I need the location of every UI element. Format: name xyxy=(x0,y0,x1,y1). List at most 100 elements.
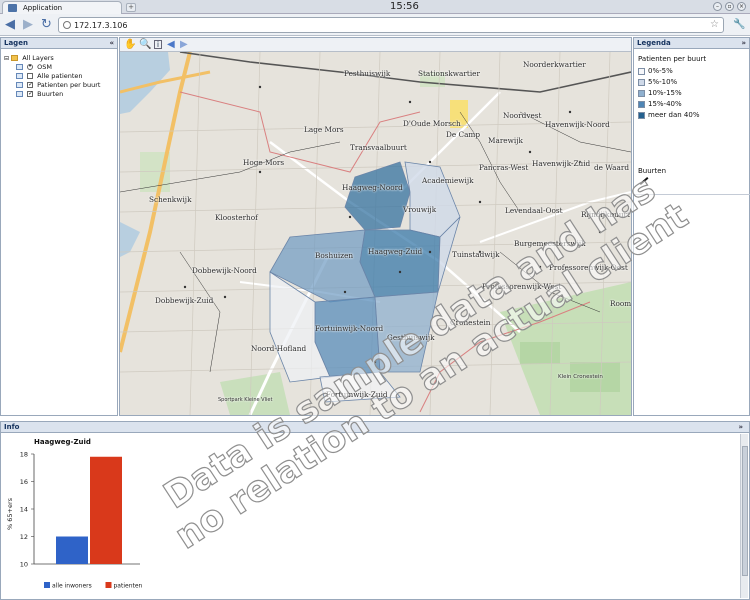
map-label: Dobbewijk-Zuid xyxy=(155,296,214,305)
map-label: Schenkwijk xyxy=(149,195,192,204)
tab-title: Application xyxy=(23,4,63,12)
map-label: Pesthuiswijk xyxy=(344,69,391,78)
map-label: Noorderkwartier xyxy=(523,60,586,69)
layer-tree: ⊟ All Layers • OSM Alle patienten ✓ Pati… xyxy=(4,54,100,99)
legend-class-label: meer dan 40% xyxy=(648,111,700,119)
map-label: Kloosterhof xyxy=(215,213,258,222)
maximize-window-button[interactable]: ▫ xyxy=(725,2,734,11)
map-label: Boshuizen xyxy=(315,251,354,260)
legend-class-label: 15%-40% xyxy=(648,100,682,108)
next-extent-icon[interactable]: ▶ xyxy=(180,39,188,51)
previous-extent-icon[interactable]: ◀ xyxy=(167,39,175,51)
alle-patienten-checkbox[interactable] xyxy=(27,73,34,79)
folder-icon xyxy=(11,55,19,61)
legend-swatch xyxy=(638,111,645,119)
legend-divider xyxy=(634,194,750,195)
window-controls: – ▫ × xyxy=(713,2,746,11)
info-scrollbar[interactable] xyxy=(740,434,748,598)
map-label: De Camp xyxy=(446,130,481,139)
map-label: Levendaal-Oost xyxy=(505,206,563,215)
browser-tab[interactable]: Application xyxy=(2,1,122,14)
legend-swatch xyxy=(44,582,50,588)
url-text: 172.17.3.106 xyxy=(74,21,128,30)
layers-panel-header: Lagen « xyxy=(0,37,118,49)
legend-class-label: 5%-10% xyxy=(648,78,678,86)
tree-node-alle-patienten[interactable]: Alle patienten xyxy=(4,72,100,81)
map-toolbar: ✋ 🔍 i ◀ ▶ xyxy=(120,38,631,52)
forward-arrow-icon[interactable]: ▶ xyxy=(23,18,33,31)
close-window-button[interactable]: × xyxy=(737,2,746,11)
browser-window: Application + 15:56 – ▫ × ◀ ▶ ↻ 172.17.3… xyxy=(0,0,750,600)
chart-title: Haagweg-Zuid xyxy=(34,438,91,446)
legend-swatch xyxy=(105,582,112,588)
back-arrow-icon[interactable]: ◀ xyxy=(5,18,15,31)
legend-subtitle: Patienten per buurt xyxy=(638,55,707,63)
map-label: Stationskwartier xyxy=(418,69,480,78)
map-label: Rijndijkbuurt xyxy=(581,210,630,219)
legend-class-label: 0%-5% xyxy=(648,67,673,75)
site-info-icon[interactable] xyxy=(63,21,71,29)
system-clock: 15:56 xyxy=(390,1,419,12)
legend-swatch xyxy=(638,67,645,75)
tree-node-osm[interactable]: • OSM xyxy=(4,63,100,72)
info-icon[interactable]: i xyxy=(154,40,162,49)
tree-node-all-layers[interactable]: ⊟ All Layers xyxy=(4,54,100,63)
address-bar[interactable]: 172.17.3.106 ☆ xyxy=(58,17,724,33)
bar-alle-inwoners xyxy=(56,536,88,564)
map-label: Hoge Mors xyxy=(243,158,285,167)
map-label: D'Oude Morsch xyxy=(403,119,461,128)
y-tick-label: 18 xyxy=(20,451,28,459)
map-label: de Waard xyxy=(594,163,630,172)
bookmark-star-icon[interactable]: ☆ xyxy=(710,19,719,30)
minimize-window-button[interactable]: – xyxy=(713,2,722,11)
map-base-svg xyxy=(120,52,631,415)
map-label: Havenwijk-Noord xyxy=(545,120,610,129)
zoom-icon[interactable]: 🔍 xyxy=(139,39,151,51)
new-tab-button[interactable]: + xyxy=(126,3,136,12)
layer-icon xyxy=(16,73,23,79)
y-tick-label: 14 xyxy=(20,506,28,514)
pan-hand-icon[interactable]: ✋ xyxy=(124,39,136,51)
collapse-down-icon[interactable]: » xyxy=(738,422,743,432)
map-label: Pancras-West xyxy=(479,163,529,172)
tree-node-label: Buurten xyxy=(37,90,64,98)
map-label: Academiewijk xyxy=(422,176,474,185)
osm-radio[interactable]: • xyxy=(27,64,34,70)
patienten-per-buurt-checkbox[interactable]: ✓ xyxy=(27,82,33,88)
legend-swatch xyxy=(638,78,645,86)
legend-swatch xyxy=(638,89,645,97)
legend-buurten-label: Buurten xyxy=(638,167,667,175)
reload-icon[interactable]: ↻ xyxy=(41,18,52,31)
map-label: Sportpark Kleine Vliet xyxy=(218,397,273,403)
tab-bar: Application + 15:56 – ▫ × xyxy=(0,0,750,14)
legend-panel-header: Legenda » xyxy=(633,37,750,49)
tree-node-buurten[interactable]: ✓ Buurten xyxy=(4,90,100,99)
collapse-left-icon[interactable]: « xyxy=(109,38,114,48)
legend-swatch xyxy=(638,100,645,108)
tree-node-label: All Layers xyxy=(22,54,54,62)
wrench-menu-icon[interactable]: 🔧 xyxy=(733,19,745,30)
map-label: Fortuinwijk-Noord xyxy=(315,324,384,333)
y-tick-label: 10 xyxy=(20,561,28,569)
layers-panel: Lagen « ⊟ All Layers • OSM Alle patiente… xyxy=(0,37,118,416)
map-label: Vrouwijk xyxy=(403,205,437,214)
buurten-checkbox[interactable]: ✓ xyxy=(27,91,33,97)
scrollbar-thumb[interactable] xyxy=(742,446,748,576)
y-tick-label: 12 xyxy=(20,533,28,541)
legend-class: 10%-15% xyxy=(638,88,700,99)
map-label: Transvaalbuurt xyxy=(350,143,407,152)
collapse-right-icon[interactable]: » xyxy=(741,38,746,48)
layers-panel-title: Lagen xyxy=(4,39,28,47)
map-label: Lage Mors xyxy=(304,125,344,134)
legend-class: meer dan 40% xyxy=(638,110,700,121)
legend-class: 0%-5% xyxy=(638,66,700,77)
bar-patienten xyxy=(90,456,122,564)
tree-node-patienten-per-buurt[interactable]: ✓ Patienten per buurt xyxy=(4,81,100,90)
legend-panel: Legenda » Patienten per buurt 0%-5% 5%-1… xyxy=(633,37,750,416)
map-label: Haagweg-Noord xyxy=(342,183,403,192)
map-label: Marewijk xyxy=(488,136,523,145)
map-canvas[interactable]: Pesthuiswijk Stationskwartier Noorderkwa… xyxy=(120,52,631,415)
layer-icon xyxy=(16,91,23,97)
tree-node-label: Alle patienten xyxy=(37,72,83,80)
layer-icon xyxy=(16,64,23,70)
